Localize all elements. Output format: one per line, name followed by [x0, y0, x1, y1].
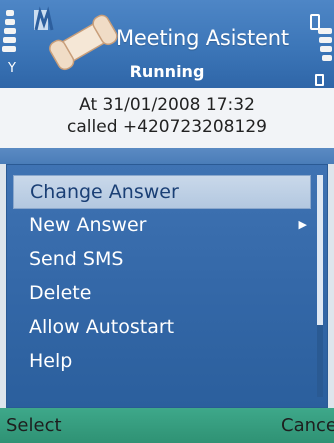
- triangle-right-icon: ▶: [298, 218, 307, 231]
- options-menu: Change Answer New Answer ▶ Send SMS Dele…: [6, 164, 328, 408]
- menu-item-send-sms[interactable]: Send SMS: [13, 243, 311, 277]
- call-time-text: At 31/01/2008 17:32: [79, 95, 255, 115]
- scrollbar-thumb[interactable]: [317, 175, 323, 325]
- battery-indicator: [310, 10, 332, 86]
- menu-item-new-answer[interactable]: New Answer ▶: [13, 209, 311, 243]
- cancel-softkey[interactable]: Cancel: [281, 415, 334, 436]
- app-title: Meeting Asistent: [116, 26, 289, 50]
- menu-scrollbar[interactable]: [317, 175, 323, 397]
- menu-item-delete[interactable]: Delete: [13, 277, 311, 311]
- softkey-bar: Select Cancel: [0, 408, 334, 443]
- menu-item-help[interactable]: Help: [13, 345, 311, 379]
- menu-top-strip: [0, 148, 334, 164]
- menu-list: Change Answer New Answer ▶ Send SMS Dele…: [13, 175, 311, 379]
- menu-item-label: Allow Autostart: [29, 316, 175, 338]
- select-softkey[interactable]: Select: [6, 415, 62, 436]
- menu-item-label: Send SMS: [29, 248, 124, 270]
- battery-small-icon: [315, 74, 324, 86]
- menu-item-change-answer[interactable]: Change Answer: [13, 175, 311, 209]
- status-label: Running: [129, 62, 205, 81]
- caller-number-text: called +420723208129: [67, 117, 267, 137]
- menu-item-label: Change Answer: [30, 181, 179, 203]
- phone-screen: Y Meeting Asistent Running At 31/01/2008…: [0, 0, 334, 443]
- call-info-panel: At 31/01/2008 17:32 called +420723208129: [0, 88, 334, 148]
- menu-item-label: Delete: [29, 282, 92, 304]
- menu-item-label: New Answer: [29, 214, 147, 236]
- menu-item-allow-autostart[interactable]: Allow Autostart: [13, 311, 311, 345]
- menu-item-label: Help: [29, 350, 73, 372]
- title-bar: Y Meeting Asistent Running: [0, 0, 334, 88]
